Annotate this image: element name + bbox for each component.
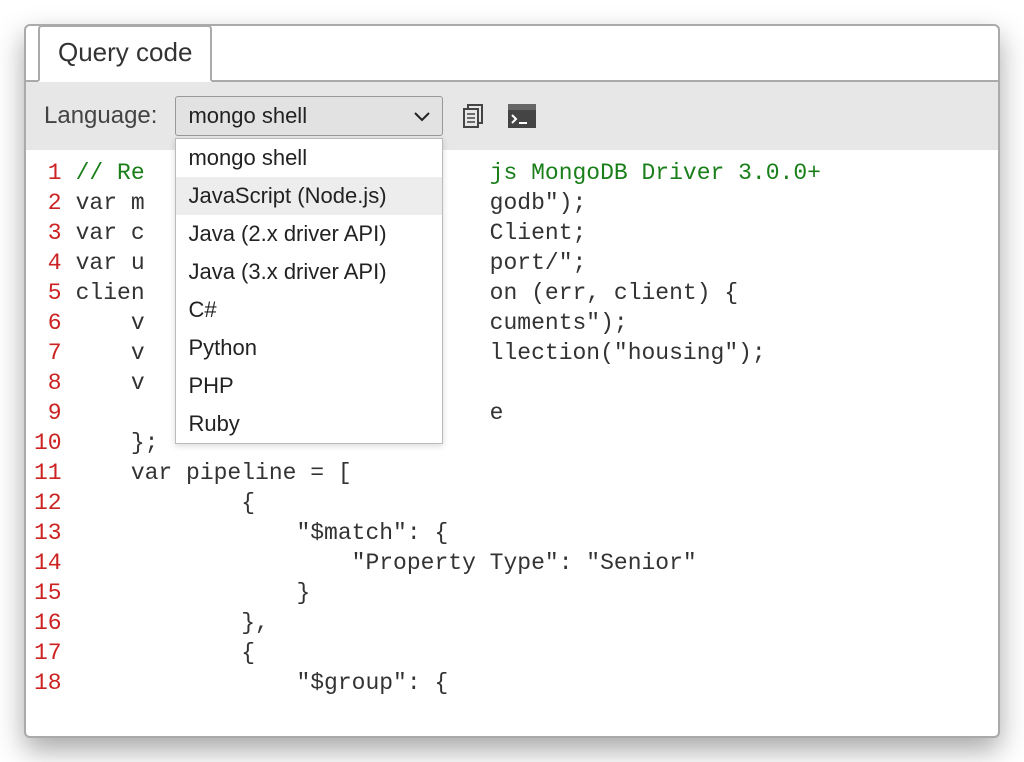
code-editor[interactable]: 1 2 3 4 5 6 7 8 9 10 11 12 13 14 15 16 1… bbox=[26, 150, 998, 736]
tab-label: Query code bbox=[58, 37, 192, 67]
language-option[interactable]: Python bbox=[176, 329, 442, 367]
chevron-down-icon bbox=[414, 106, 430, 127]
language-option[interactable]: Java (3.x driver API) bbox=[176, 253, 442, 291]
toolbar: Language: mongo shell mongo shellJavaScr… bbox=[26, 82, 998, 150]
language-option[interactable]: C# bbox=[176, 291, 442, 329]
language-option[interactable]: Ruby bbox=[176, 405, 442, 443]
language-select-wrap: mongo shell mongo shellJavaScript (Node.… bbox=[175, 96, 443, 136]
tab-strip: Query code bbox=[26, 26, 998, 82]
app-frame: Query code Language: mongo shell mongo s… bbox=[24, 24, 1000, 738]
language-selected-value: mongo shell bbox=[188, 103, 307, 129]
language-select[interactable]: mongo shell bbox=[175, 96, 443, 136]
line-number-gutter: 1 2 3 4 5 6 7 8 9 10 11 12 13 14 15 16 1… bbox=[26, 150, 72, 736]
language-option[interactable]: mongo shell bbox=[176, 139, 442, 177]
language-option[interactable]: Java (2.x driver API) bbox=[176, 215, 442, 253]
language-dropdown: mongo shellJavaScript (Node.js)Java (2.x… bbox=[175, 138, 443, 444]
terminal-icon[interactable] bbox=[507, 103, 537, 129]
copy-icon[interactable] bbox=[461, 102, 489, 130]
language-option[interactable]: JavaScript (Node.js) bbox=[176, 177, 442, 215]
language-option[interactable]: PHP bbox=[176, 367, 442, 405]
language-label: Language: bbox=[44, 102, 157, 130]
tab-query-code[interactable]: Query code bbox=[38, 25, 212, 82]
